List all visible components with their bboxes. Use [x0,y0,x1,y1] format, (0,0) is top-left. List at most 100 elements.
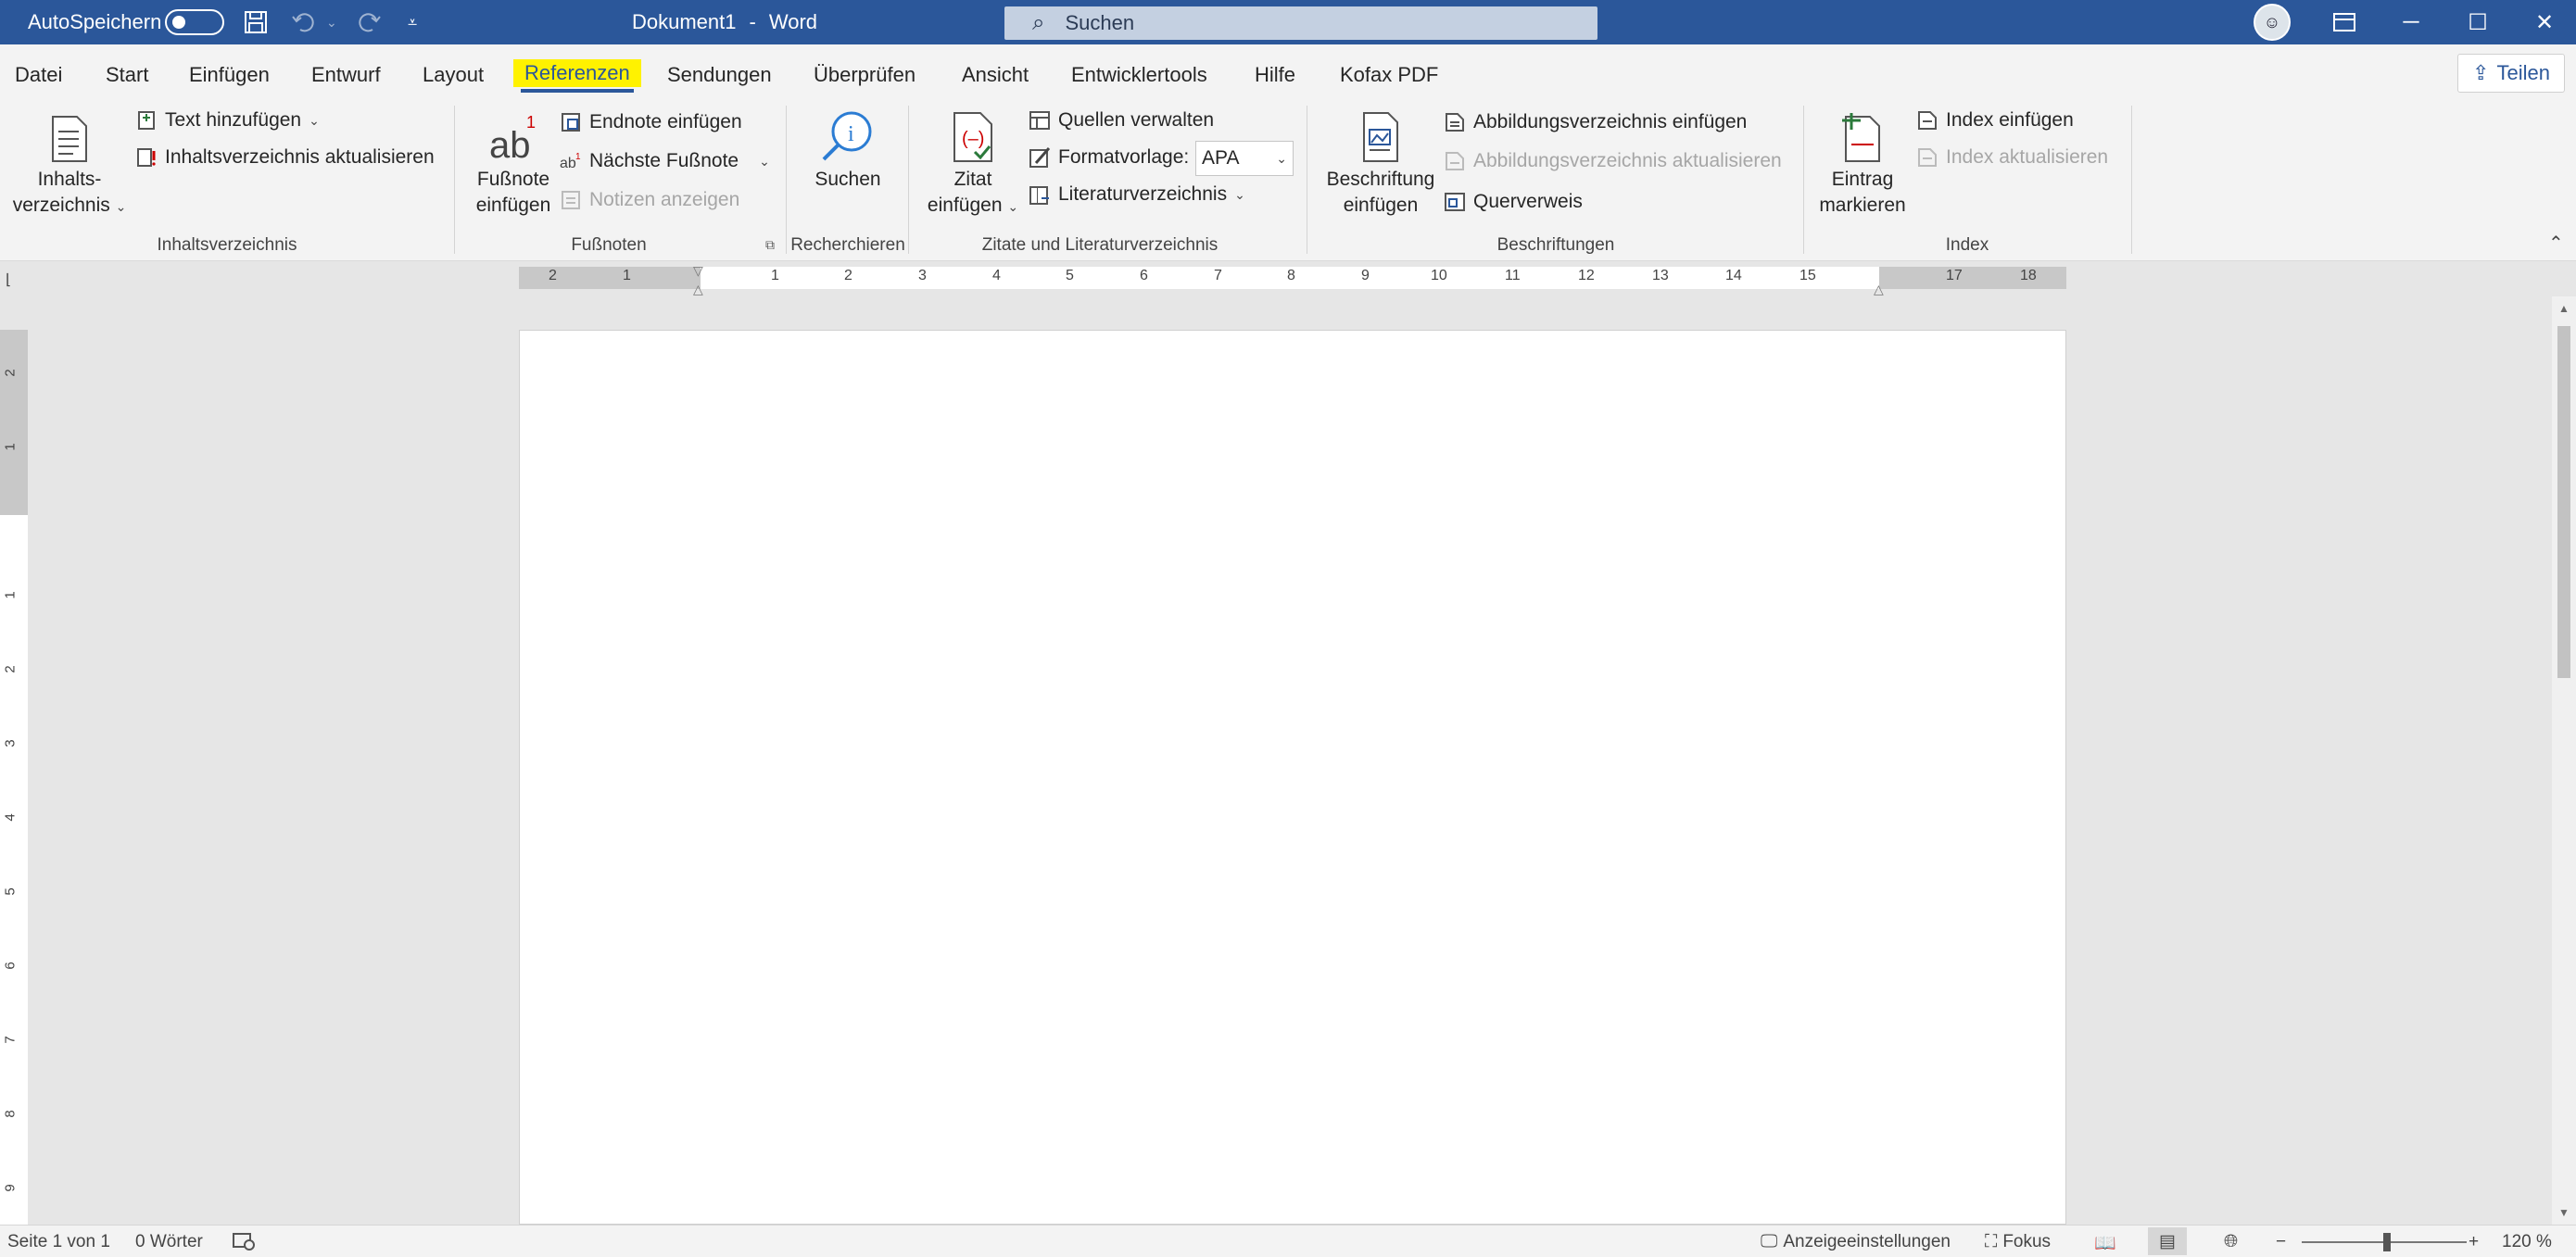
insert-footnote-button[interactable]: ab 1 Fußnote einfügen [467,107,560,219]
right-indent-icon[interactable]: △ [1874,282,1884,297]
next-footnote-icon: ab 1 [560,150,582,172]
status-bar: Seite 1 von 1 0 Wörter 🖵 Anzeigeeinstell… [0,1225,2576,1257]
bibliography-button[interactable]: Literaturverzeichnis ⌄ [1029,183,1245,206]
chevron-down-icon[interactable]: ⌄ [759,154,770,170]
web-layout-icon[interactable]: 🌐︎ [2224,1232,2238,1252]
search-box[interactable]: ⌕ Suchen [1004,6,1597,40]
update-table-of-figures-button[interactable]: Abbildungsverzeichnis aktualisieren [1444,150,1782,172]
page-count[interactable]: Seite 1 von 1 [7,1232,110,1252]
insert-index-button[interactable]: Index einfügen [1916,109,2074,132]
insert-endnote-button[interactable]: Endnote einfügen [560,111,742,133]
undo-icon[interactable] [291,0,317,44]
maximize-icon[interactable]: ☐ [2444,0,2511,44]
zoom-in-button[interactable]: + [2469,1232,2479,1252]
share-label: Teilen [2496,61,2550,84]
svg-text:i: i [848,122,854,146]
manage-sources-button[interactable]: Quellen verwalten [1029,109,1214,132]
add-text-button[interactable]: Text hinzufügen ⌄ [135,109,320,132]
insert-caption-button[interactable]: Beschriftung einfügen [1318,107,1444,219]
chevron-down-icon: ⌄ [1234,186,1245,202]
tab-ueberpruefen[interactable]: Überprüfen [814,63,915,87]
tab-ansicht[interactable]: Ansicht [962,63,1029,87]
tab-referenzen[interactable]: Referenzen [513,59,641,93]
tab-sendungen[interactable]: Sendungen [667,63,772,87]
ruler-left-margin [519,267,701,289]
update-index-icon [1916,146,1938,169]
tab-datei[interactable]: Datei [15,63,62,87]
table-of-contents-button[interactable]: Inhalts- verzeichnis ⌄ [9,107,130,220]
citation-style-select[interactable]: APA ⌄ [1195,141,1294,176]
ruler-tick: 5 [1066,268,1074,283]
tab-selector-icon[interactable]: ⌊ [6,270,11,289]
minimize-icon[interactable]: ─ [2378,0,2444,44]
vertical-ruler[interactable]: 2 1 1 2 3 4 5 6 7 8 9 [0,330,28,1225]
vertical-scrollbar[interactable]: ▲ ▼ [2552,296,2576,1225]
scroll-down-icon[interactable]: ▼ [2558,1206,2570,1219]
autosave-toggle[interactable] [165,0,224,44]
caption-label-line1: Beschriftung [1326,169,1435,190]
group-label-captions: Beschriftungen [1496,235,1615,255]
mark-entry-button[interactable]: Eintrag markieren [1816,107,1909,219]
scroll-up-icon[interactable]: ▲ [2558,302,2570,315]
zoom-slider-thumb[interactable] [2383,1233,2391,1251]
word-count[interactable]: 0 Wörter [135,1232,203,1252]
footnote-label-line1: Fußnote [476,169,550,190]
avatar[interactable]: ☺ [2254,4,2291,41]
update-toc-button[interactable]: Inhaltsverzeichnis aktualisieren [135,146,435,169]
update-index-button[interactable]: Index aktualisieren [1916,146,2108,169]
chevron-down-icon: ⌄ [1276,150,1287,166]
share-button[interactable]: ⇪ Teilen [2457,54,2565,93]
ruler-tick: 9 [1361,268,1370,283]
group-label-footnotes: Fußnoten [571,235,647,255]
title-separator: - [749,10,756,33]
display-settings-button[interactable]: 🖵 Anzeigeeinstellungen [1761,1232,1951,1252]
tab-start[interactable]: Start [106,63,148,87]
citation-label-line1: Zitat [953,169,992,190]
vruler-tick: 2 [2,665,19,673]
tab-entwurf[interactable]: Entwurf [311,63,381,87]
insert-table-of-figures-button[interactable]: Abbildungsverzeichnis einfügen [1444,111,1747,133]
svg-text:ab: ab [489,125,531,163]
group-separator [454,106,455,254]
search-research-button[interactable]: i Suchen [799,107,897,193]
read-mode-icon[interactable]: 📖 [2094,1232,2116,1254]
cross-reference-button[interactable]: Querverweis [1444,191,1583,213]
save-icon[interactable] [243,0,269,44]
insert-citation-button[interactable]: (–) Zitat einfügen ⌄ [919,107,1027,220]
collapse-ribbon-icon[interactable]: ⌃ [2548,232,2564,255]
group-label-index: Index [1945,235,1989,255]
next-footnote-button[interactable]: ab 1 Nächste Fußnote ⌄ [560,150,770,172]
footnote-icon: ab 1 [467,107,560,163]
horizontal-ruler[interactable]: ⌊ 2 1 ▽ △ △ 1 2 3 4 5 6 7 8 9 10 11 12 1… [0,261,2576,296]
print-layout-icon[interactable]: ▤ [2148,1227,2187,1255]
zoom-level[interactable]: 120 % [2502,1232,2552,1252]
vruler-tick: 2 [2,369,19,377]
group-label-research: Recherchieren [790,235,905,255]
close-icon[interactable]: ✕ [2511,0,2576,44]
add-text-label: Text hinzufügen [165,109,302,131]
tab-kofax-pdf[interactable]: Kofax PDF [1340,63,1438,87]
vruler-tick: 5 [2,887,19,896]
customize-quick-access-icon[interactable]: ⩡ [408,0,417,44]
document-page[interactable] [519,330,2066,1225]
ribbon-display-options-icon[interactable] [2311,0,2378,44]
tab-hilfe[interactable]: Hilfe [1255,63,1295,87]
show-notes-button[interactable]: Notizen anzeigen [560,189,739,211]
caption-label-line2: einfügen [1343,195,1419,216]
ruler-tick: 8 [1287,268,1295,283]
mark-entry-icon [1816,107,1909,163]
dialog-launcher-icon[interactable]: ⧉ [765,237,775,253]
redo-icon[interactable] [356,0,382,44]
hanging-indent-icon[interactable]: △ [693,282,703,297]
first-line-indent-icon[interactable]: ▽ [693,263,703,279]
tab-einfuegen[interactable]: Einfügen [189,63,270,87]
vruler-tick: 8 [2,1110,19,1118]
cross-reference-icon [1444,191,1466,213]
focus-button[interactable]: ⛶ Fokus [1985,1232,2051,1252]
tab-entwicklertools[interactable]: Entwicklertools [1071,63,1207,87]
accessibility-icon[interactable] [232,1232,256,1251]
tab-layout[interactable]: Layout [423,63,484,87]
scrollbar-thumb[interactable] [2557,326,2570,678]
undo-dropdown-icon[interactable]: ⌄ [326,0,337,44]
zoom-out-button[interactable]: − [2276,1232,2286,1252]
